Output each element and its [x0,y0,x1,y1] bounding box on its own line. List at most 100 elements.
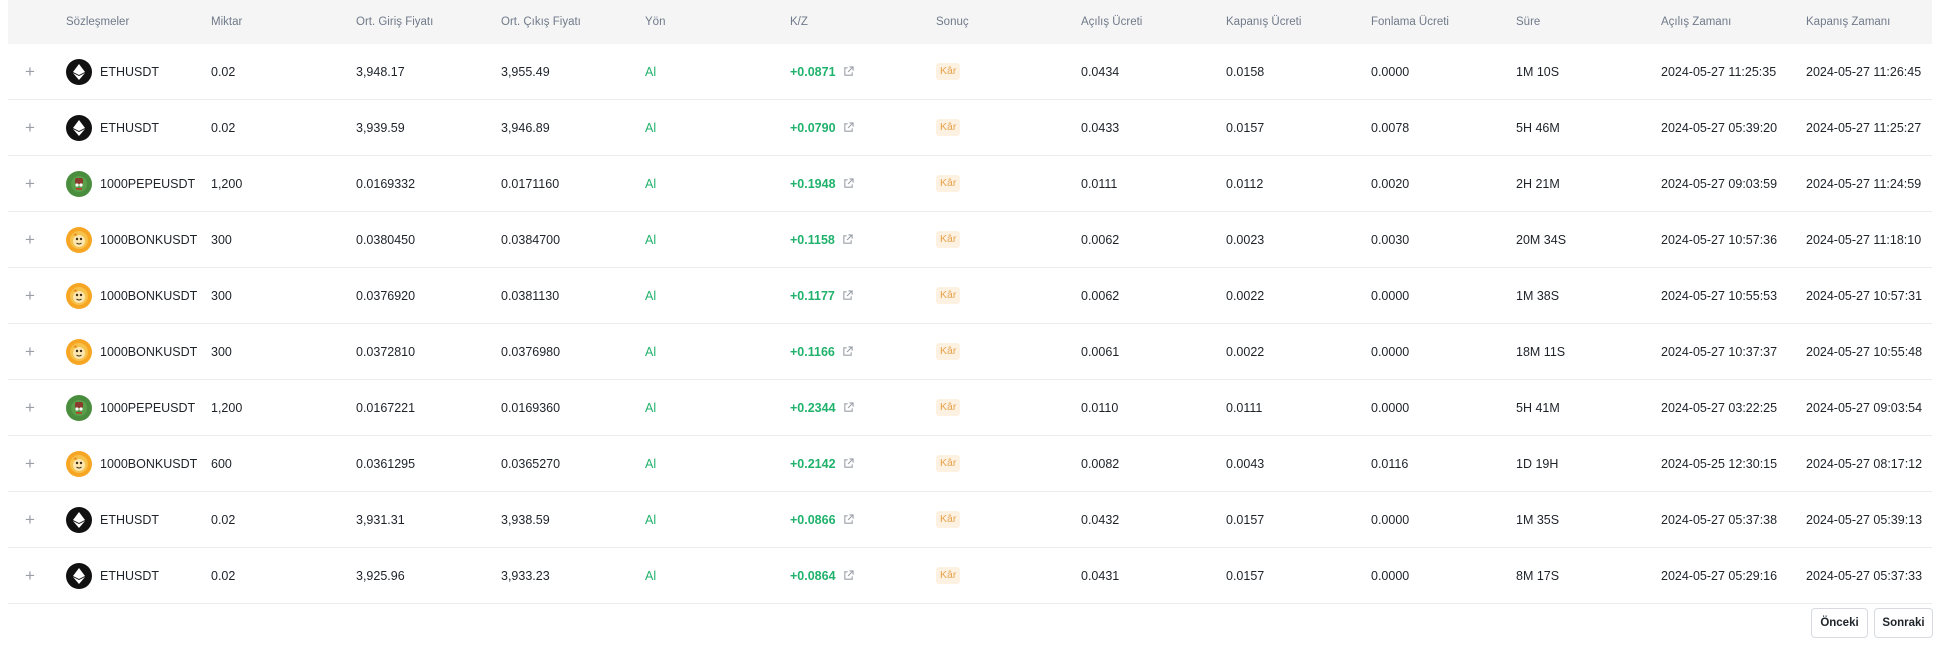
contract-symbol: ETHUSDT [100,120,160,135]
external-link-icon[interactable] [843,402,854,413]
cell-quantity: 600 [211,456,232,471]
pnl-value: +0.0871 [790,64,836,79]
pnl-value: +0.0790 [790,120,836,135]
plus-icon[interactable]: + [22,44,38,99]
contract-symbol: ETHUSDT [100,512,160,527]
cell-exit-price: 0.0171160 [501,176,560,191]
external-link-icon[interactable] [843,570,854,581]
table-row[interactable]: + ETHUSDT 0.02 3,931.31 3,938.59 Al +0.0866 Kâr… [8,492,1932,548]
cell-pnl: +0.0871 [790,44,854,99]
cell-entry-price: 0.0376920 [356,288,416,303]
column-header-exit-price: Ort. Çıkış Fiyatı [501,16,581,28]
cell-side: Al [645,456,657,471]
contract-symbol: 1000BONKUSDT [100,344,198,359]
result-badge: Kâr [936,287,961,304]
cell-open-time: 2024-05-27 10:37:37 [1661,344,1778,359]
cell-open-time: 2024-05-27 03:22:25 [1661,400,1778,415]
pnl-value: +0.2344 [790,400,836,415]
cell-entry-price: 0.0361295 [356,456,416,471]
eth-coin-icon [66,562,92,589]
previous-page-button[interactable]: Önceki [1811,608,1868,638]
result-badge: Kâr [936,567,961,584]
external-link-icon[interactable] [843,514,854,525]
external-link-icon[interactable] [843,458,854,469]
external-link-icon[interactable] [842,346,853,357]
cell-side: Al [645,568,657,583]
column-header-pnl: K/Z [790,16,808,28]
cell-funding-fee: 0.0000 [1371,64,1410,79]
cell-result: Kâr [936,44,961,99]
cell-open-time: 2024-05-27 10:57:36 [1661,232,1778,247]
external-link-icon[interactable] [842,234,853,245]
pepe-coin-icon [66,394,92,421]
cell-open-fee: 0.0062 [1081,288,1120,303]
table-row[interactable]: +1000BONKUSDT 600 0.0361295 0.0365270 Al +0.2… [8,436,1932,492]
cell-result: Kâr [936,100,961,155]
plus-icon[interactable]: + [22,436,38,491]
cell-entry-price: 3,939.59 [356,120,405,135]
cell-exit-price: 3,946.89 [501,120,550,135]
next-page-button[interactable]: Sonraki [1874,608,1933,638]
plus-icon[interactable]: + [22,548,38,603]
plus-icon[interactable]: + [22,492,38,547]
bonk-coin-icon [66,338,92,365]
cell-entry-price: 3,925.96 [356,568,405,583]
table-row[interactable]: + ETHUSDT 0.02 3,939.59 3,946.89 Al +0.0790 Kâr… [8,100,1932,156]
cell-duration: 1D 19H [1516,456,1559,471]
external-link-icon[interactable] [843,122,854,133]
cell-contract: 1000BONKUSDT [66,212,197,267]
cell-funding-fee: 0.0000 [1371,288,1410,303]
cell-open-time: 2024-05-27 05:29:16 [1661,568,1778,583]
pnl-value: +0.0864 [790,568,836,583]
contract-symbol: 1000BONKUSDT [100,232,198,247]
contract-symbol: 1000BONKUSDT [100,456,198,471]
cell-open-time: 2024-05-25 12:30:15 [1661,456,1778,471]
cell-result: Kâr [936,324,961,379]
cell-close-time: 2024-05-27 11:24:59 [1806,176,1922,191]
external-link-icon[interactable] [843,66,854,77]
external-link-icon[interactable] [843,178,854,189]
table-row[interactable]: +1000PEPEUSDT 1,200 0.0167221 0.0169360 Al +0… [8,380,1932,436]
table-row[interactable]: +1000BONKUSDT 300 0.0380450 0.0384700 Al +0.1… [8,212,1932,268]
cell-close-time: 2024-05-27 11:26:45 [1806,64,1922,79]
plus-icon[interactable]: + [22,100,38,155]
plus-icon[interactable]: + [22,212,38,267]
cell-funding-fee: 0.0030 [1371,232,1410,247]
table-row[interactable]: + ETHUSDT 0.02 3,948.17 3,955.49 Al +0.0871 Kâr… [8,44,1932,100]
cell-entry-price: 0.0372810 [356,344,416,359]
cell-close-time: 2024-05-27 11:25:27 [1806,120,1922,135]
bonk-coin-icon [66,282,92,309]
cell-entry-price: 0.0380450 [356,232,416,247]
plus-icon[interactable]: + [22,268,38,323]
cell-result: Kâr [936,212,961,267]
cell-open-fee: 0.0433 [1081,120,1120,135]
column-header-quantity: Miktar [211,16,243,28]
cell-open-fee: 0.0434 [1081,64,1120,79]
cell-funding-fee: 0.0000 [1371,568,1410,583]
result-badge: Kâr [936,511,961,528]
table-row[interactable]: +1000BONKUSDT 300 0.0376920 0.0381130 Al +0.1… [8,268,1932,324]
column-header-duration: Süre [1516,16,1541,28]
cell-close-time: 2024-05-27 09:03:54 [1806,400,1923,415]
external-link-icon[interactable] [842,290,853,301]
plus-icon[interactable]: + [22,156,38,211]
cell-side: Al [645,512,657,527]
table-row[interactable]: + ETHUSDT 0.02 3,925.96 3,933.23 Al +0.0864 Kâr… [8,548,1932,604]
plus-icon[interactable]: + [22,324,38,379]
cell-close-fee: 0.0111 [1226,400,1263,415]
table-row[interactable]: +1000PEPEUSDT 1,200 0.0169332 0.0171160 Al +0… [8,156,1932,212]
cell-side: Al [645,176,657,191]
cell-close-fee: 0.0022 [1226,288,1265,303]
cell-funding-fee: 0.0020 [1371,176,1410,191]
cell-funding-fee: 0.0000 [1371,344,1410,359]
cell-result: Kâr [936,268,961,323]
cell-funding-fee: 0.0116 [1371,456,1409,471]
cell-exit-price: 0.0365270 [501,456,561,471]
table-row[interactable]: +1000BONKUSDT 300 0.0372810 0.0376980 Al +0.1… [8,324,1932,380]
result-badge: Kâr [936,455,961,472]
cell-side: Al [645,64,657,79]
plus-icon[interactable]: + [22,380,38,435]
cell-close-fee: 0.0158 [1226,64,1265,79]
cell-entry-price: 3,948.17 [356,64,405,79]
cell-duration: 8M 17S [1516,568,1560,583]
